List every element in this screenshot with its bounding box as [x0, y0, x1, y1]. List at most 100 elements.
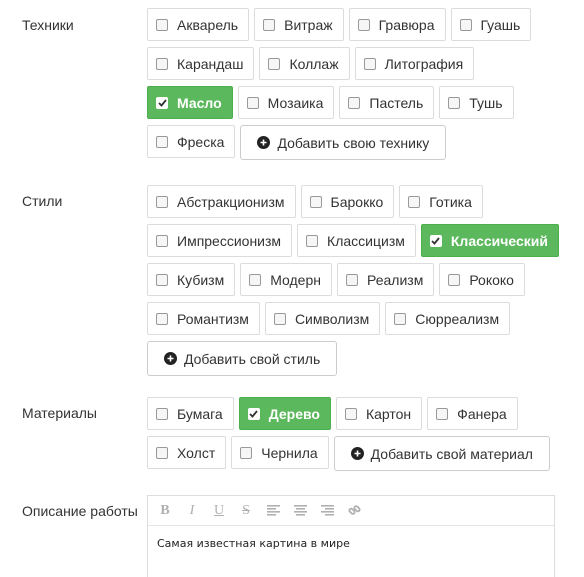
techniques-option[interactable]: Карандаш [147, 47, 255, 80]
checkbox-icon[interactable] [309, 195, 322, 208]
checkbox-icon[interactable] [156, 407, 168, 420]
materials-option-label: Бумага [177, 405, 223, 422]
bold-icon[interactable]: B [155, 501, 175, 521]
styles-option[interactable]: Классицизм [297, 224, 416, 257]
techniques-option[interactable]: Акварель [147, 8, 250, 41]
techniques-option[interactable]: Литография [354, 47, 475, 80]
add-materials-button[interactable]: Добавить свой материал [333, 436, 550, 471]
checkbox-checked-icon[interactable] [429, 234, 442, 247]
checkbox-icon[interactable] [448, 96, 461, 109]
description-editor[interactable]: B I U S Самая известная картина в мире [147, 495, 555, 577]
materials-option[interactable]: Картон [335, 397, 423, 430]
align-left-icon[interactable] [263, 501, 283, 521]
materials-option[interactable]: Бумага [147, 397, 234, 430]
techniques-option[interactable]: Тушь [439, 86, 514, 119]
styles-option[interactable]: Модерн [240, 263, 332, 296]
styles-option-label: Кубизм [177, 271, 225, 288]
checkbox-icon[interactable] [363, 57, 376, 70]
strikethrough-icon[interactable]: S [236, 501, 256, 521]
techniques-option-label: Гуашь [480, 16, 521, 33]
styles-option[interactable]: Реализм [336, 263, 435, 296]
techniques-option-label: Акварель [177, 16, 239, 33]
link-icon[interactable] [344, 501, 364, 521]
techniques-option-label: Тушь [469, 94, 503, 111]
techniques-row: Фреска Добавить свою технику [147, 125, 567, 160]
checkbox-icon[interactable] [394, 312, 407, 325]
styles-option[interactable]: Барокко [300, 185, 395, 218]
checkbox-icon[interactable] [156, 57, 168, 70]
checkbox-icon[interactable] [448, 273, 461, 286]
checkbox-icon[interactable] [306, 234, 319, 247]
techniques-option-label: Мозаика [267, 94, 324, 111]
techniques-option[interactable]: Пастель [339, 86, 435, 119]
checkbox-icon[interactable] [459, 18, 472, 31]
checkbox-icon[interactable] [249, 273, 262, 286]
styles-option-label: Рококо [469, 271, 514, 288]
checkbox-icon[interactable] [246, 96, 259, 109]
checkbox-icon[interactable] [436, 407, 449, 420]
description-label: Описание работы [22, 503, 138, 519]
materials-option[interactable]: Холст [147, 436, 227, 469]
styles-option[interactable]: Кубизм [147, 263, 236, 296]
materials-row: Бумага Дерево Картон Фанера [147, 397, 567, 430]
editor-text[interactable]: Самая известная картина в мире [148, 526, 554, 561]
styles-option[interactable]: Классический [420, 224, 560, 257]
checkbox-icon[interactable] [263, 18, 276, 31]
techniques-option-label: Пастель [369, 94, 424, 111]
techniques-option[interactable]: Гуашь [450, 8, 532, 41]
checkbox-icon[interactable] [156, 195, 168, 208]
techniques-option[interactable]: Мозаика [237, 86, 335, 119]
techniques-row: Карандаш Коллаж Литография [147, 47, 567, 80]
checkbox-icon[interactable] [156, 234, 168, 247]
checkbox-icon[interactable] [408, 195, 421, 208]
techniques-option[interactable]: Фреска [147, 125, 236, 158]
styles-option[interactable]: Романтизм [147, 302, 260, 335]
checkbox-icon[interactable] [240, 446, 253, 459]
align-center-icon[interactable] [290, 501, 310, 521]
checkbox-icon[interactable] [345, 273, 358, 286]
add-techniques-label: Добавить свою технику [277, 134, 430, 151]
styles-option[interactable]: Абстракционизм [147, 185, 296, 218]
add-techniques-button[interactable]: Добавить свою технику [240, 125, 447, 160]
styles-option[interactable]: Сюрреализм [385, 302, 511, 335]
styles-option-label: Романтизм [177, 310, 249, 327]
align-right-icon[interactable] [317, 501, 337, 521]
styles-option-label: Классицизм [327, 232, 405, 249]
italic-icon[interactable]: I [182, 501, 202, 521]
techniques-option-label: Карандаш [177, 55, 244, 72]
plus-circle-icon [164, 352, 177, 365]
styles-option-label: Готика [429, 193, 472, 210]
materials-tags: Бумага Дерево Картон Фанера Холст Чернила Доб… [147, 397, 567, 477]
checkbox-icon[interactable] [156, 135, 168, 148]
materials-option[interactable]: Дерево [238, 397, 331, 430]
techniques-row: Масло Мозаика Пастель Тушь [147, 86, 567, 119]
techniques-option[interactable]: Коллаж [259, 47, 350, 80]
add-materials-label: Добавить свой материал [370, 445, 533, 462]
checkbox-icon[interactable] [357, 18, 370, 31]
checkbox-icon[interactable] [273, 312, 286, 325]
styles-option[interactable]: Импрессионизм [147, 224, 293, 257]
styles-option-label: Импрессионизм [177, 232, 282, 249]
checkbox-icon[interactable] [156, 446, 168, 459]
checkbox-icon[interactable] [348, 96, 361, 109]
checkbox-icon[interactable] [268, 57, 281, 70]
checkbox-icon[interactable] [156, 18, 168, 31]
styles-option[interactable]: Символизм [264, 302, 381, 335]
checkbox-checked-icon[interactable] [247, 407, 260, 420]
materials-option[interactable]: Чернила [231, 436, 329, 469]
checkbox-icon[interactable] [156, 273, 168, 286]
checkbox-checked-icon[interactable] [156, 96, 168, 109]
checkbox-icon[interactable] [344, 407, 357, 420]
materials-option[interactable]: Фанера [427, 397, 518, 430]
techniques-option[interactable]: Витраж [254, 8, 344, 41]
checkbox-icon[interactable] [156, 312, 168, 325]
techniques-option[interactable]: Масло [147, 86, 233, 119]
styles-option[interactable]: Готика [399, 185, 483, 218]
add-styles-button[interactable]: Добавить свой стиль [147, 341, 338, 376]
styles-option[interactable]: Рококо [439, 263, 525, 296]
techniques-option-label: Коллаж [289, 55, 339, 72]
styles-row: Романтизм Символизм Сюрреализм [147, 302, 567, 335]
styles-row: Кубизм Модерн Реализм Рококо [147, 263, 567, 296]
underline-icon[interactable]: U [209, 501, 229, 521]
techniques-option[interactable]: Гравюра [348, 8, 446, 41]
